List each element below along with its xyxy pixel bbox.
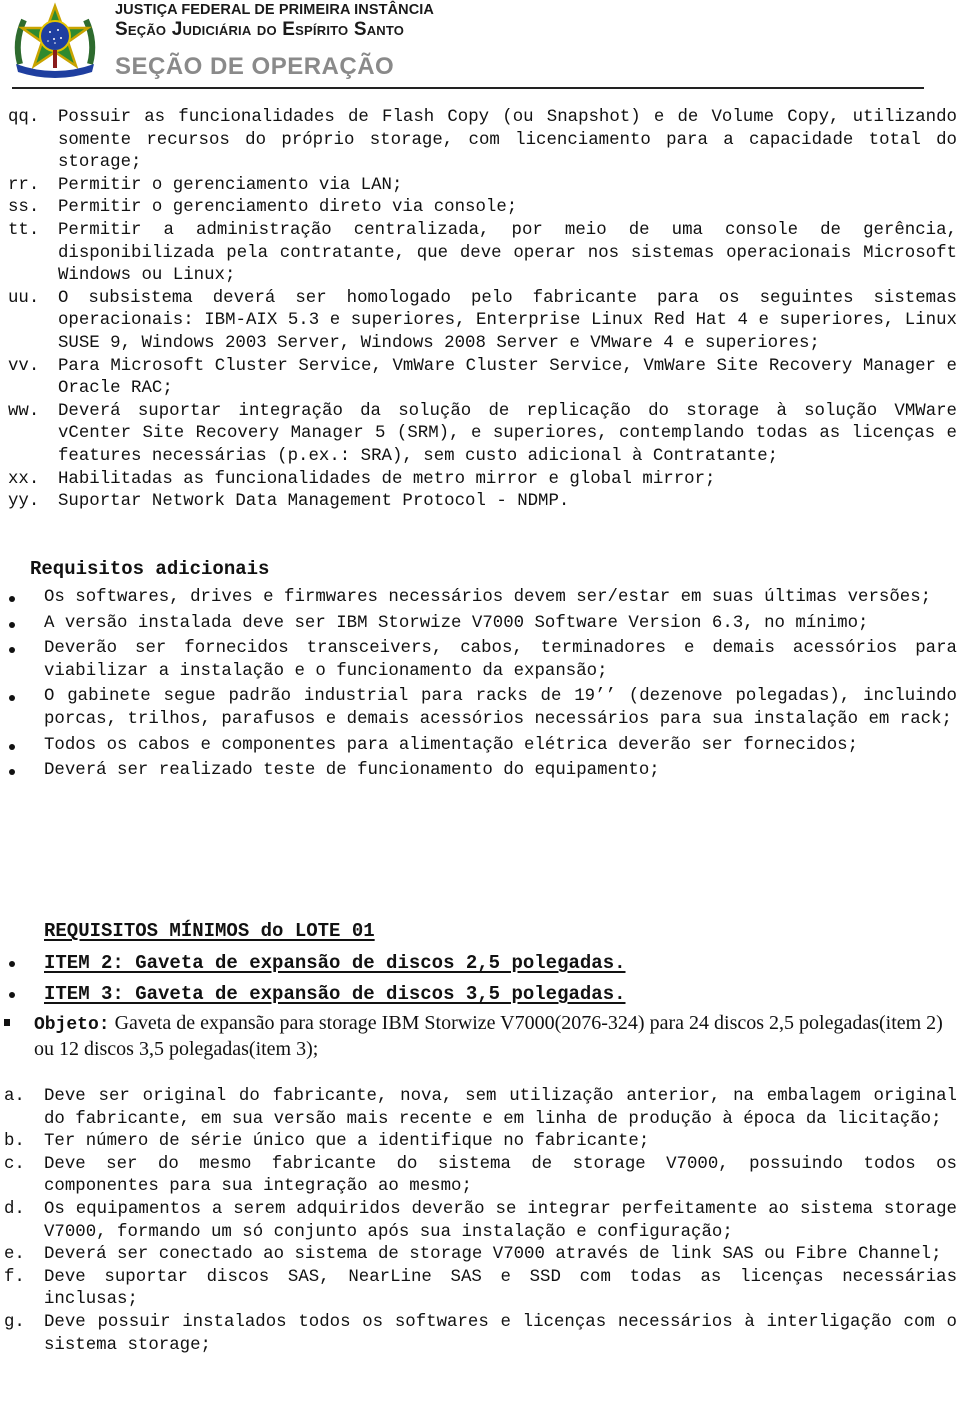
list-item: tt. Permitir a administração centralizad… (0, 220, 960, 288)
additional-requirements-list: Os softwares, drives e firmwares necessá… (0, 587, 960, 786)
list-item: rr. Permitir o gerenciamento via LAN; (0, 175, 960, 198)
list-item-text: Suportar Network Data Management Protoco… (58, 492, 570, 512)
list-item-text: Todos os cabos e componentes para alimen… (44, 735, 859, 755)
header-institution: JUSTIÇA FEDERAL DE PRIMEIRA INSTÂNCIA (115, 2, 434, 18)
requirements-list-continued: qq. Possuir as funcionalidades de Flash … (0, 107, 960, 514)
list-item-text: Os softwares, drives e firmwares necessá… (44, 588, 932, 607)
list-item: f. Deve suportar discos SAS, NearLine SA… (0, 1267, 960, 1312)
list-marker: b. (4, 1132, 25, 1152)
lote-item: ITEM 2: Gaveta de expansão de discos 2,5… (0, 952, 960, 974)
square-bullet-icon (0, 1011, 34, 1061)
list-item-text: Deve ser original do fabricante, nova, s… (44, 1087, 957, 1129)
lote-item-text: ITEM 3: Gaveta de expansão de discos 3,5… (44, 983, 626, 1005)
list-item-text: Deverá ser realizado teste de funcioname… (44, 761, 660, 781)
list-item: a. Deve ser original do fabricante, nova… (0, 1086, 960, 1131)
list-item-text: O subsistema deverá ser homologado pelo … (58, 288, 957, 353)
list-item: b. Ter número de série único que a ident… (0, 1131, 960, 1154)
list-item-text: Habilitadas as funcionalidades de metro … (58, 469, 716, 489)
additional-requirements-heading: Requisitos adicionais (30, 558, 270, 580)
lote-item: ITEM 3: Gaveta de expansão de discos 3,5… (0, 983, 960, 1005)
list-item: e. Deverá ser conectado ao sistema de st… (0, 1244, 960, 1267)
list-marker: d. (4, 1199, 25, 1219)
list-item: xx. Habilitadas as funcionalidades de me… (0, 469, 960, 492)
list-item-text: Permitir o gerenciamento direto via cons… (58, 198, 518, 218)
list-marker: uu. (8, 288, 40, 308)
header-divider (12, 87, 924, 89)
bullet-icon (0, 760, 44, 783)
list-item-text: Deve possuir instalados todos os softwar… (44, 1312, 957, 1355)
list-marker: g. (4, 1312, 25, 1332)
list-marker: rr. (8, 175, 40, 195)
list-item-text: Ter número de série único que a identifi… (44, 1132, 650, 1152)
list-item: Deverá ser realizado teste de funcioname… (0, 760, 960, 783)
list-item: d. Os equipamentos a serem adquiridos de… (0, 1199, 960, 1244)
list-item-text: Deverão ser fornecidos transceivers, cab… (44, 639, 957, 681)
list-item-text: Deve ser do mesmo fabricante do sistema … (44, 1154, 957, 1197)
lote-requirements-list: a. Deve ser original do fabricante, nova… (0, 1086, 960, 1357)
list-item-text: Possuir as funcionalidades de Flash Copy… (58, 108, 957, 173)
header-department: SEÇÃO DE OPERAÇÃO (115, 53, 395, 80)
list-marker: a. (4, 1087, 25, 1106)
bullet-icon (0, 686, 44, 731)
list-marker: e. (4, 1245, 25, 1265)
brazil-coat-of-arms-icon (14, 2, 96, 78)
list-item: qq. Possuir as funcionalidades de Flash … (0, 107, 960, 175)
list-item-text: Deverá suportar integração da solução de… (58, 401, 957, 466)
list-marker: yy. (8, 492, 40, 512)
header-section: Seção Judiciária do Espírito Santo (115, 19, 405, 40)
bullet-icon (0, 983, 44, 1005)
page-header: JUSTIÇA FEDERAL DE PRIMEIRA INSTÂNCIA Se… (0, 0, 960, 95)
list-item: g. Deve possuir instalados todos os soft… (0, 1312, 960, 1357)
bullet-icon (0, 587, 44, 610)
list-item: uu. O subsistema deverá ser homologado p… (0, 288, 960, 356)
list-item: Os softwares, drives e firmwares necessá… (0, 587, 960, 610)
list-item-text: A versão instalada deve ser IBM Storwize… (44, 613, 869, 633)
lote-heading: REQUISITOS MÍNIMOS do LOTE 01 (44, 920, 375, 942)
bullet-icon (0, 735, 44, 758)
list-item-text: Para Microsoft Cluster Service, VmWare C… (58, 356, 957, 399)
list-item: ss. Permitir o gerenciamento direto via … (0, 197, 960, 220)
objeto-paragraph: Objeto: Gaveta de expansão para storage … (0, 1011, 960, 1061)
list-item: O gabinete segue padrão industrial para … (0, 686, 960, 731)
list-item-text: Deverá ser conectado ao sistema de stora… (44, 1245, 942, 1265)
lote-item-text: ITEM 2: Gaveta de expansão de discos 2,5… (44, 952, 626, 974)
list-item: ww. Deverá suportar integração da soluçã… (0, 401, 960, 469)
list-item: vv. Para Microsoft Cluster Service, VmWa… (0, 356, 960, 401)
list-marker: xx. (8, 469, 40, 489)
list-marker: c. (4, 1154, 25, 1174)
list-item-text: Os equipamentos a serem adquiridos dever… (44, 1199, 957, 1242)
objeto-label: Objeto: (33, 1015, 110, 1035)
bullet-icon (0, 613, 44, 636)
objeto-text: Gaveta de expansão para storage IBM Stor… (33, 1012, 943, 1060)
list-marker: tt. (8, 220, 40, 240)
list-marker: f. (4, 1267, 25, 1287)
bullet-icon (0, 638, 44, 683)
list-item-text: O gabinete segue padrão industrial para … (44, 687, 957, 729)
list-marker: qq. (8, 108, 40, 127)
list-item-text: Deve suportar discos SAS, NearLine SAS e… (44, 1267, 957, 1310)
list-item: A versão instalada deve ser IBM Storwize… (0, 613, 960, 636)
list-marker: vv. (8, 356, 40, 376)
list-item: Todos os cabos e componentes para alimen… (0, 735, 960, 758)
list-item: Deverão ser fornecidos transceivers, cab… (0, 638, 960, 683)
list-item-text: Permitir a administração centralizada, p… (58, 220, 957, 286)
bullet-icon (0, 952, 44, 974)
list-item: yy. Suportar Network Data Management Pro… (0, 491, 960, 514)
list-marker: ww. (8, 401, 40, 421)
list-item-text: Permitir o gerenciamento via LAN; (58, 175, 403, 195)
list-marker: ss. (8, 198, 40, 218)
list-item: c. Deve ser do mesmo fabricante do siste… (0, 1154, 960, 1199)
